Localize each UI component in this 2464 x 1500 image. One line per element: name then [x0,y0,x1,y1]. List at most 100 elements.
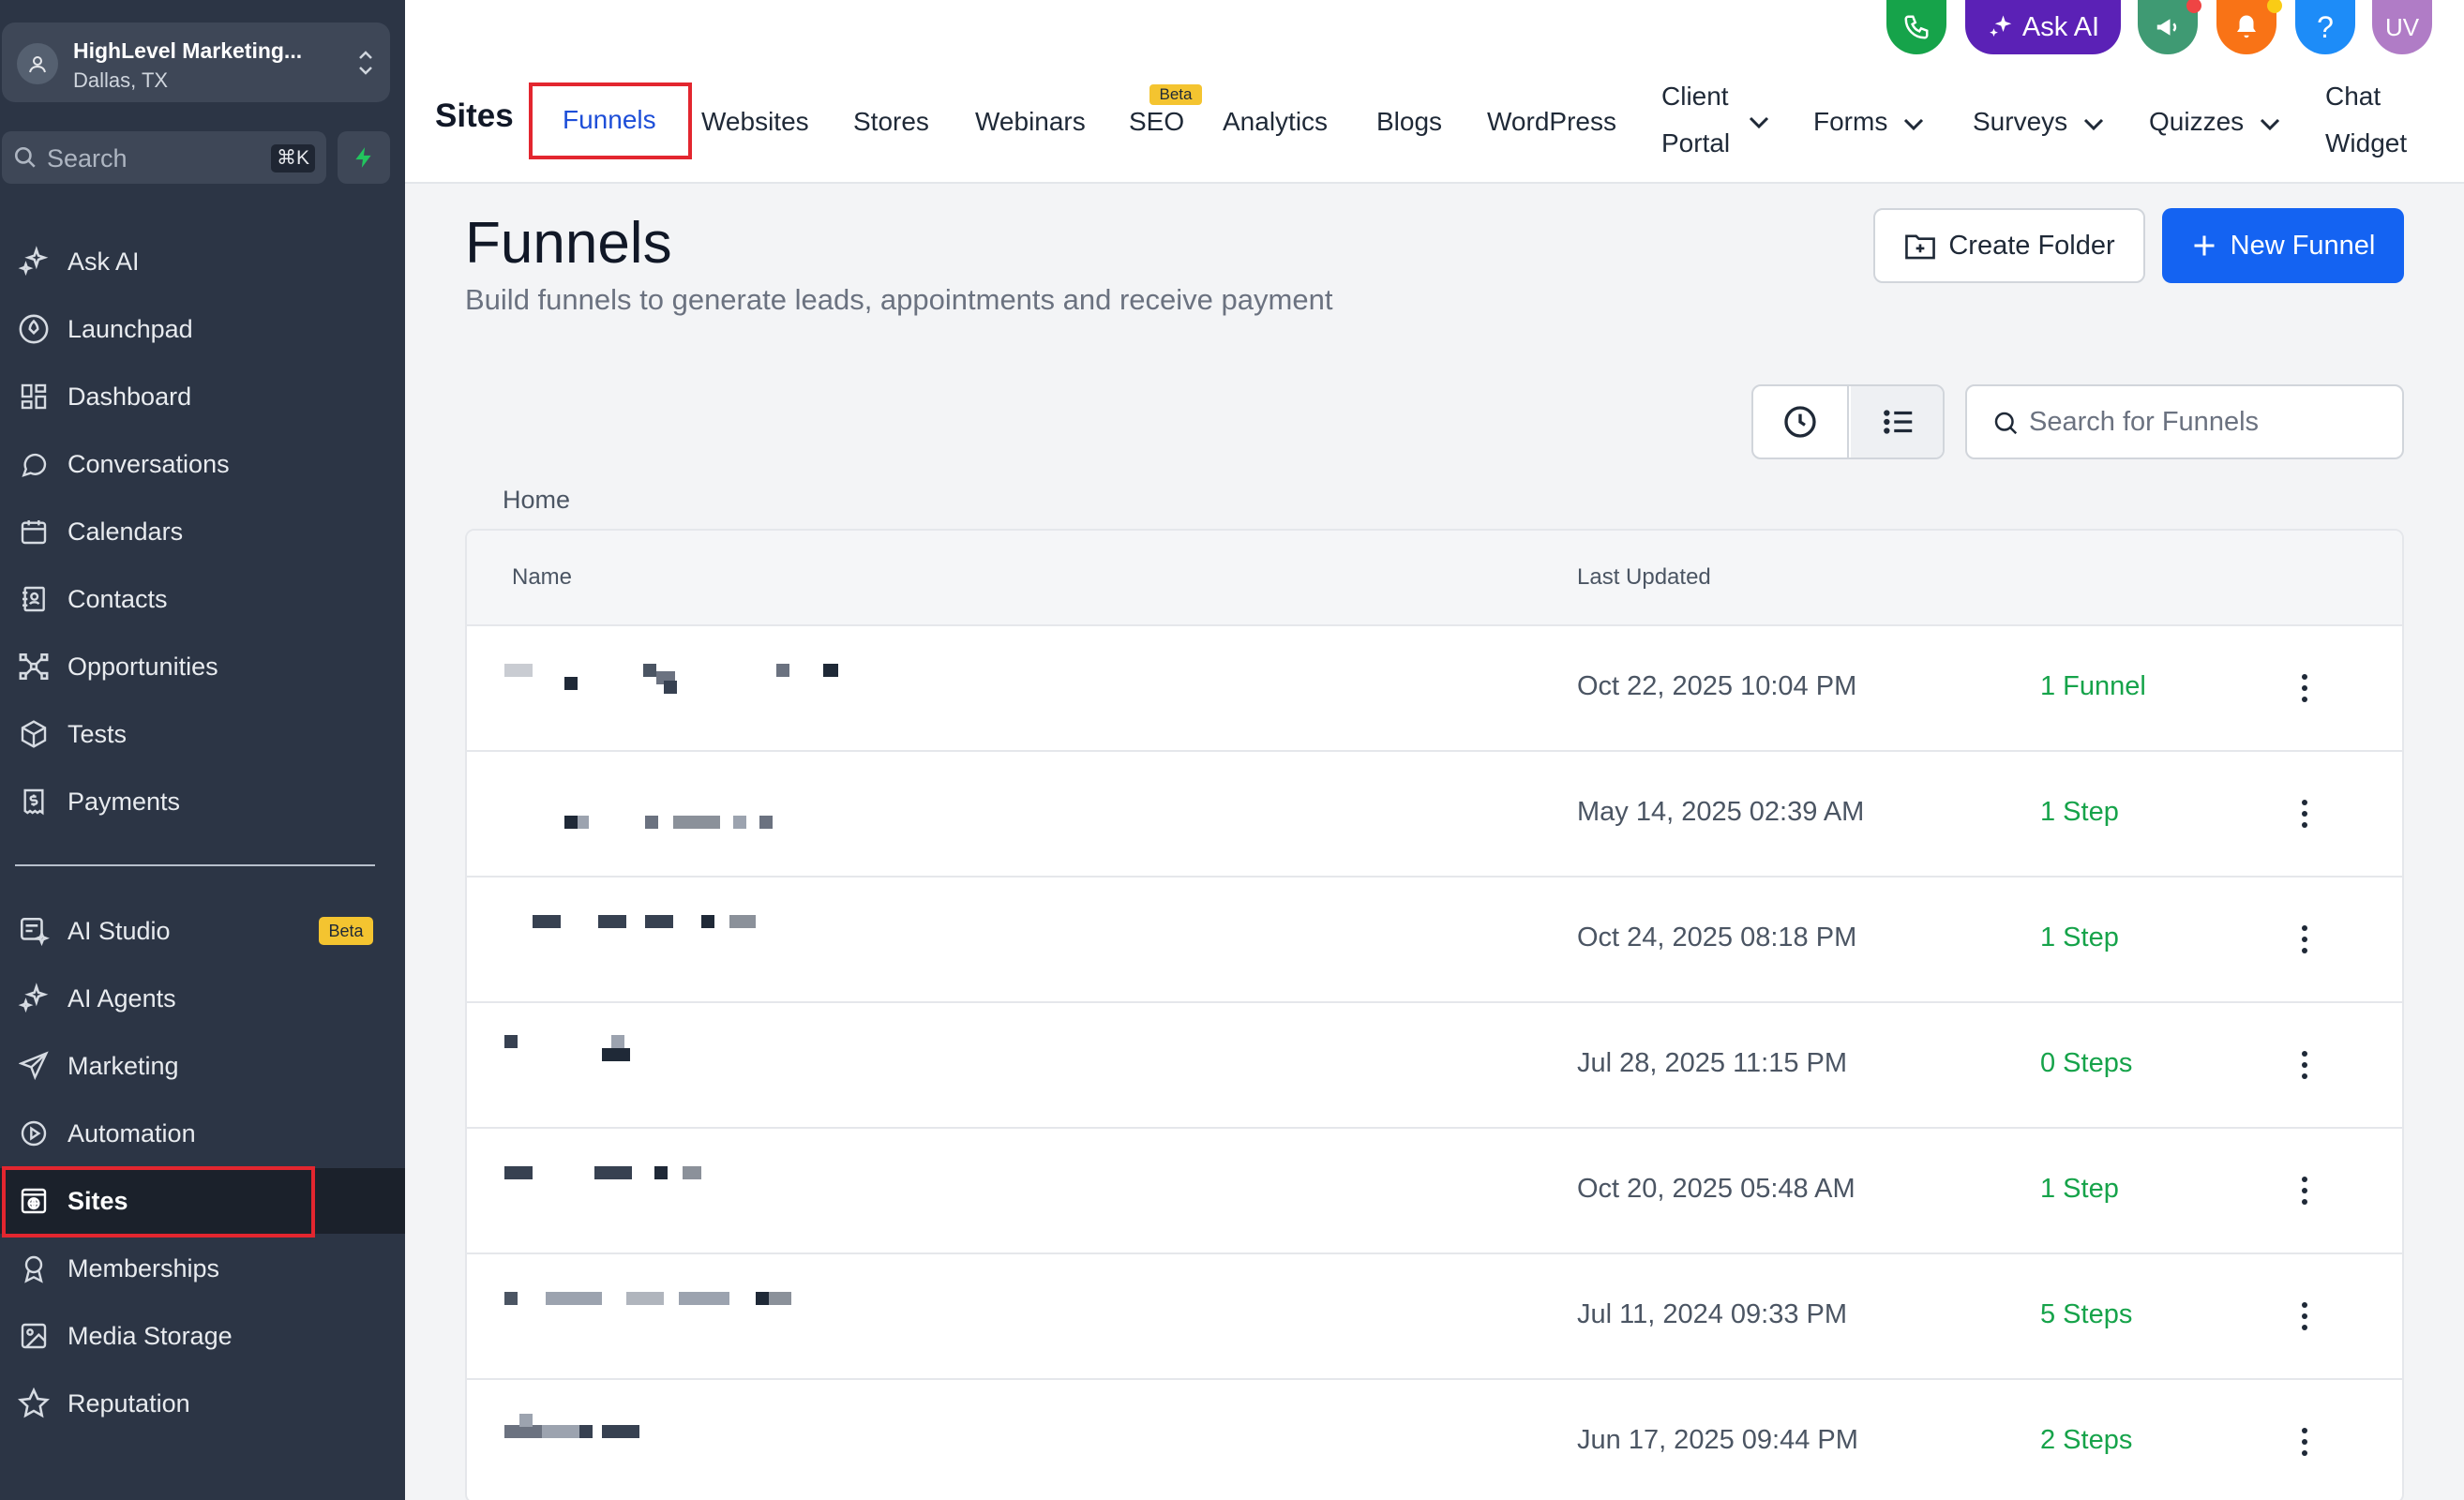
calendar-icon [16,514,52,549]
table-header: Name Last Updated [467,531,2402,626]
tab-label-line2: Portal [1661,128,1731,158]
account-avatar-icon [17,43,58,84]
section-title: Sites [435,98,514,134]
chevron-down-icon [2082,109,2105,139]
sidebar-item-label: Calendars [68,517,184,546]
sidebar-item-label: Conversations [68,449,230,478]
create-folder-button[interactable]: Create Folder [1873,208,2145,283]
column-header-name[interactable]: Name [512,564,572,591]
tab-quizzes[interactable]: Quizzes [2149,107,2281,139]
last-updated: Oct 20, 2025 05:48 AM [1577,1174,1856,1204]
more-options-icon[interactable] [2286,795,2323,832]
search-shortcut: ⌘K [270,144,315,172]
table-row[interactable]: Jul 28, 2025 11:15 PM 0 Steps [467,1003,2402,1129]
redacted-name [504,664,954,720]
sidebar-item-ask-ai[interactable]: Ask AI [0,229,405,294]
sidebar-item-launchpad[interactable]: Launchpad [0,296,405,362]
highlight-box-funnels [529,82,692,159]
tab-websites[interactable]: Websites [701,107,809,137]
tab-analytics[interactable]: Analytics [1223,107,1328,137]
more-options-icon[interactable] [2286,1172,2323,1209]
sidebar-item-calendars[interactable]: Calendars [0,499,405,564]
tab-label-line1: Client [1661,82,1729,111]
step-count: 0 Steps [2040,1048,2133,1078]
more-options-icon[interactable] [2286,1046,2323,1084]
beta-badge: Beta [1149,84,1202,105]
step-count: 5 Steps [2040,1299,2133,1329]
tab-forms[interactable]: Forms [1813,107,1925,139]
table-row[interactable]: Oct 24, 2025 08:18 PM 1 Step [467,878,2402,1003]
account-switcher[interactable]: HighLevel Marketing... Dallas, TX [2,22,390,102]
bell-icon [2237,15,2256,38]
phone-button[interactable] [1886,0,1946,54]
cube-icon [16,716,52,752]
contacts-icon [16,581,52,617]
send-icon [16,1048,52,1084]
highlight-box-sites [2,1166,315,1238]
payments-icon [16,784,52,819]
search-icon [1991,409,2020,442]
tab-surveys[interactable]: Surveys [1973,107,2105,139]
search-funnels-input[interactable]: Search for Funnels [1965,384,2404,459]
redacted-name [504,789,954,846]
sidebar-item-ai-agents[interactable]: AI Agents [0,966,405,1031]
sidebar-search[interactable]: Search ⌘K [2,131,326,184]
rocket-icon [16,311,52,347]
column-header-last-updated[interactable]: Last Updated [1577,564,1711,591]
more-options-icon[interactable] [2286,921,2323,958]
tab-blogs[interactable]: Blogs [1376,107,1442,137]
breadcrumb[interactable]: Home [503,486,570,515]
phone-icon [1904,15,1929,39]
table-row[interactable]: Jun 17, 2025 09:44 PM 2 Steps [467,1380,2402,1500]
more-options-icon[interactable] [2286,1423,2323,1461]
tab-stores[interactable]: Stores [853,107,929,137]
user-avatar[interactable]: UV [2372,0,2432,54]
lightning-icon [355,147,371,168]
sidebar-item-automation[interactable]: Automation [0,1101,405,1166]
sidebar-item-tests[interactable]: Tests [0,701,405,767]
new-funnel-button[interactable]: New Funnel [2162,208,2404,283]
table-row[interactable]: Jul 11, 2024 09:33 PM 5 Steps [467,1254,2402,1380]
recent-view-button[interactable] [1753,386,1849,458]
sidebar-item-label: Marketing [68,1051,179,1080]
more-options-icon[interactable] [2286,1298,2323,1335]
sidebar-item-contacts[interactable]: Contacts [0,566,405,632]
network-icon [16,649,52,684]
tab-label-line1: Chat [2325,82,2381,111]
tab-label: Surveys [1973,107,2068,136]
quick-actions-button[interactable] [338,131,390,184]
account-location: Dallas, TX [73,68,169,92]
table-row[interactable]: May 14, 2025 02:39 AM 1 Step [467,752,2402,878]
sidebar-item-label: Memberships [68,1253,220,1282]
sidebar-item-marketing[interactable]: Marketing [0,1033,405,1099]
page-title: Funnels [465,211,672,276]
page-subtitle: Build funnels to generate leads, appoint… [465,283,1333,316]
sidebar-item-label: Tests [68,719,128,748]
sidebar-item-label: Ask AI [68,247,140,276]
sidebar-item-media-storage[interactable]: Media Storage [0,1303,405,1369]
folder-plus-icon [1905,234,1936,260]
more-options-icon[interactable] [2286,669,2323,707]
list-view-button[interactable] [1851,386,1943,458]
search-icon [13,145,38,174]
sidebar-item-label: Dashboard [68,382,192,411]
sidebar-item-payments[interactable]: Payments [0,769,405,834]
help-button[interactable]: ? [2295,0,2355,54]
chevron-down-icon[interactable] [1748,107,1770,137]
sidebar-item-opportunities[interactable]: Opportunities [0,634,405,699]
step-count: 1 Funnel [2040,671,2146,701]
sidebar-item-conversations[interactable]: Conversations [0,431,405,497]
tab-webinars[interactable]: Webinars [975,107,1086,137]
tab-chat-widget[interactable]: Chat Widget [2325,73,2407,167]
sidebar-item-dashboard[interactable]: Dashboard [0,364,405,429]
sidebar-item-label: AI Studio [68,916,171,945]
last-updated: Jul 11, 2024 09:33 PM [1577,1299,1848,1329]
table-row[interactable]: Oct 22, 2025 10:04 PM 1 Funnel [467,626,2402,752]
table-row[interactable]: Oct 20, 2025 05:48 AM 1 Step [467,1129,2402,1254]
sidebar-item-memberships[interactable]: Memberships [0,1236,405,1301]
tab-client-portal[interactable]: Client Portal [1661,73,1730,167]
ask-ai-button[interactable]: Ask AI [1965,0,2121,54]
tab-wordpress[interactable]: WordPress [1487,107,1616,137]
sidebar-item-reputation[interactable]: Reputation [0,1371,405,1436]
tab-seo[interactable]: SEO [1129,107,1184,137]
